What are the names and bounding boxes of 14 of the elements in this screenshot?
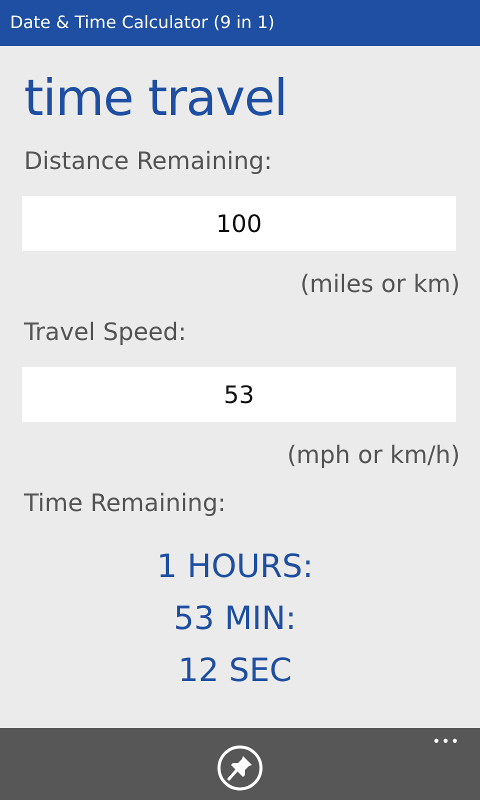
result-text: 1 HOURS:: [156, 546, 314, 587]
field-label: Distance Remaining:: [24, 146, 274, 176]
result-text: 53 MIN:: [174, 598, 296, 639]
pin-icon[interactable]: [216, 744, 264, 792]
app-title: Date & Time Calculator (9 in 1): [0, 0, 480, 46]
result-text: 12 SEC: [178, 650, 292, 691]
field-label: Travel Speed:: [24, 317, 188, 347]
page-title: time travel: [24, 68, 288, 128]
unit-label: (miles or km): [299, 269, 460, 299]
input-field[interactable]: 100: [22, 196, 456, 251]
input-field[interactable]: 53: [22, 367, 456, 422]
result-label: Time Remaining:: [24, 488, 227, 518]
unit-label: (mph or km/h): [286, 440, 460, 470]
more-button[interactable]: •••: [432, 734, 460, 750]
